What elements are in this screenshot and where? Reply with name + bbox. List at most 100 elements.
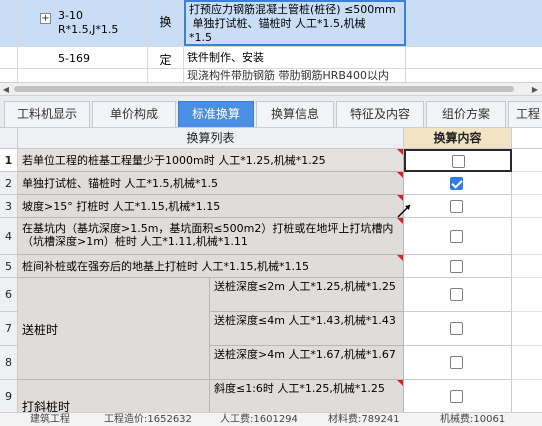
horizontal-scrollbar[interactable]: ◀ ▶ — [0, 82, 542, 96]
quota-row-selected[interactable]: + 3-10 R*1.5,J*1.5 换 打预应力钢筋混凝土管桩(桩径) ≤50… — [0, 0, 542, 47]
status-bar: 建筑工程 工程造价:1652632 人工费:1601294 材料费:789241… — [0, 412, 542, 426]
quota-grid: + 3-10 R*1.5,J*1.5 换 打预应力钢筋混凝土管桩(桩径) ≤50… — [0, 0, 542, 82]
conversion-check-cell[interactable] — [404, 346, 512, 380]
quota-code-cell[interactable] — [18, 69, 148, 82]
row-number: 5 — [0, 255, 18, 278]
quota-extra-cell[interactable] — [406, 47, 542, 68]
conversion-check-cell[interactable] — [404, 312, 512, 346]
quota-code-line1: 3-10 — [58, 9, 83, 22]
quota-name-cell[interactable]: 现浇构件带肋钢筋 带肋钢筋HRB400以内 — [184, 69, 406, 82]
conversion-item[interactable]: 在基坑内（基坑深度>1.5m，基坑面积≤500m2）打桩或在地坪上打坑槽内（坑槽… — [18, 218, 404, 255]
quota-type-cell[interactable]: 换 — [148, 0, 184, 46]
status-material-cost: 材料费:789241 — [328, 414, 400, 425]
conversion-sub-item[interactable]: 斜度≤1:6时 人工*1.25,机械*1.25 — [210, 380, 404, 412]
tab-unit-price[interactable]: 单价构成 — [92, 101, 176, 127]
blank-cell — [512, 172, 542, 195]
quota-extra-cell[interactable] — [406, 69, 542, 82]
conversion-checkbox[interactable] — [450, 356, 463, 369]
comment-marker-icon — [397, 255, 403, 261]
conversion-checkbox[interactable] — [450, 288, 463, 301]
conversion-content-header: 换算内容 — [404, 128, 512, 149]
row-number: 2 — [0, 172, 18, 195]
conversion-group-slant: 打斜桩时 — [18, 380, 210, 412]
row-number: 7 — [0, 312, 18, 346]
conversion-item[interactable]: 若单位工程的桩基工程量少于1000m时 人工*1.25,机械*1.25 — [18, 149, 404, 172]
conversion-check-cell[interactable] — [404, 278, 512, 312]
quota-type: 换 — [159, 15, 172, 29]
row-number: 9 — [0, 380, 18, 412]
conversion-checkbox[interactable] — [450, 322, 463, 335]
conversion-item[interactable]: 坡度>15° 打桩时 人工*1.15,机械*1.15 — [18, 195, 404, 218]
conversion-checkbox[interactable] — [452, 155, 465, 168]
conversion-check-cell[interactable] — [404, 380, 512, 412]
conversion-item[interactable]: 单独打试桩、锚桩时 人工*1.5,机械*1.5 — [18, 172, 404, 195]
conversion-check-cell[interactable] — [404, 255, 512, 278]
blank-cell — [512, 312, 542, 346]
conversion-sub-text: 斜度≤1:6时 人工*1.25,机械*1.25 — [214, 382, 385, 395]
tab-pricing-scheme[interactable]: 组价方案 — [426, 101, 506, 127]
conversion-check-cell[interactable] — [404, 172, 512, 195]
quota-code: 5-169 — [58, 52, 90, 65]
quota-name-cell[interactable]: 铁件制作、安装 — [184, 47, 406, 68]
quota-name: 打预应力钢筋混凝土管桩(桩径) ≤500mm 单独打试桩、锚桩时 人工*1.5,… — [189, 3, 396, 44]
conversion-sub-item[interactable]: 送桩深度≤2m 人工*1.25,机械*1.25 — [210, 278, 404, 312]
conversion-sub-item[interactable]: 送桩深度≤4m 人工*1.43,机械*1.43 — [210, 312, 404, 346]
quota-type-cell[interactable]: 定 — [148, 47, 184, 68]
quota-type: 定 — [159, 53, 172, 67]
conversion-list-header: 换算列表 — [18, 128, 404, 149]
quota-name-cell[interactable]: 打预应力钢筋混凝土管桩(桩径) ≤500mm 单独打试桩、锚桩时 人工*1.5,… — [184, 0, 406, 46]
conversion-item[interactable]: 桩间补桩或在强夯后的地基上打桩时 人工*1.15,机械*1.15 — [18, 255, 404, 278]
blank-cell — [512, 149, 542, 172]
scrollbar-thumb[interactable] — [14, 86, 514, 92]
row-number-header — [0, 128, 18, 149]
comment-marker-icon — [397, 149, 403, 155]
quota-code: 3-10 R*1.5,J*1.5 — [58, 9, 118, 37]
conversion-item-text: 若单位工程的桩基工程量少于1000m时 人工*1.25,机械*1.25 — [22, 154, 326, 167]
tab-features-content[interactable]: 特征及内容 — [336, 101, 424, 127]
quota-name: 现浇构件带肋钢筋 带肋钢筋HRB400以内 — [187, 69, 389, 82]
conversion-checkbox[interactable] — [450, 200, 463, 213]
status-total-cost: 工程造价:1652632 — [104, 414, 192, 425]
quota-row[interactable]: 现浇构件带肋钢筋 带肋钢筋HRB400以内 — [0, 69, 542, 82]
conversion-check-cell[interactable] — [404, 195, 512, 218]
conversion-check-cell[interactable] — [404, 149, 512, 172]
scroll-left-icon[interactable]: ◀ — [1, 85, 11, 94]
row-gutter — [0, 47, 18, 68]
conversion-checkbox[interactable] — [450, 390, 463, 403]
row-gutter — [0, 69, 18, 82]
quota-name: 铁件制作、安装 — [187, 51, 264, 64]
quota-code-cell[interactable]: 5-169 — [18, 47, 148, 68]
tab-standard-conversion[interactable]: 标准换算 — [178, 101, 254, 127]
blank-cell — [512, 346, 542, 380]
conversion-sub-item[interactable]: 送桩深度>4m 人工*1.67,机械*1.67 — [210, 346, 404, 380]
expand-plus-icon[interactable]: + — [40, 13, 51, 24]
scroll-right-icon[interactable]: ▶ — [530, 85, 540, 94]
quota-extra-cell[interactable] — [406, 0, 542, 46]
blank-cell — [512, 278, 542, 312]
blank-cell — [512, 195, 542, 218]
quota-type-cell[interactable] — [148, 69, 184, 82]
conversion-check-cell[interactable] — [404, 218, 512, 255]
tab-conversion-info[interactable]: 换算信息 — [256, 101, 334, 127]
conversion-sub-text: 送桩深度>4m 人工*1.67,机械*1.67 — [214, 348, 396, 361]
conversion-sub-text: 送桩深度≤2m 人工*1.25,机械*1.25 — [214, 280, 396, 293]
conversion-sub-text: 送桩深度≤4m 人工*1.43,机械*1.43 — [214, 314, 396, 327]
comment-marker-icon — [397, 172, 403, 178]
row-number: 1 — [0, 149, 18, 172]
mouse-cursor-icon — [397, 204, 411, 218]
blank-cell — [512, 380, 542, 412]
row-number: 8 — [0, 346, 18, 380]
conversion-checkbox[interactable] — [450, 230, 463, 243]
status-project-type: 建筑工程 — [30, 414, 70, 425]
conversion-item-text: 单独打试桩、锚桩时 人工*1.5,机械*1.5 — [22, 177, 218, 190]
quota-code-cell[interactable]: + 3-10 R*1.5,J*1.5 — [18, 0, 148, 46]
conversion-group-label: 送桩时 — [22, 323, 59, 337]
row-number: 3 — [0, 195, 18, 218]
tab-project[interactable]: 工程 — [508, 101, 542, 127]
conversion-item-text: 坡度>15° 打桩时 人工*1.15,机械*1.15 — [22, 200, 221, 213]
conversion-checkbox[interactable] — [450, 260, 463, 273]
tab-labor-material-machine[interactable]: 工料机显示 — [4, 101, 90, 127]
conversion-checkbox-checked[interactable] — [450, 177, 463, 190]
conversion-item-text: 在基坑内（基坑深度>1.5m，基坑面积≤500m2）打桩或在地坪上打坑槽内（坑槽… — [22, 222, 394, 248]
quota-row[interactable]: 5-169 定 铁件制作、安装 — [0, 47, 542, 69]
